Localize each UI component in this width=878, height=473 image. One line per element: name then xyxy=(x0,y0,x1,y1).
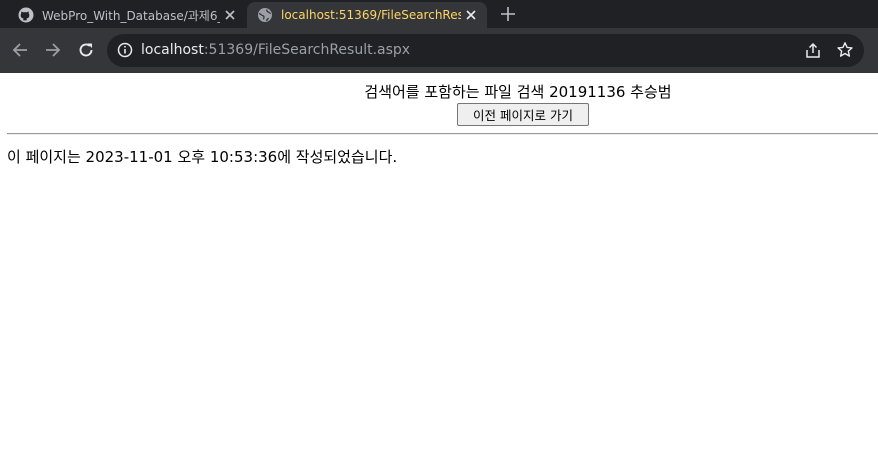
created-timestamp-text: 이 페이지는 2023-11-01 오후 10:53:36에 작성되었습니다. xyxy=(7,148,398,166)
globe-icon xyxy=(258,8,272,22)
url-host: localhost xyxy=(141,42,204,58)
github-icon xyxy=(18,7,34,23)
browser-toolbar: localhost:51369/FileSearchResult.aspx xyxy=(0,28,878,73)
arrow-left-icon xyxy=(12,43,27,57)
tab-github[interactable]: WebPro_With_Database/과제6_ xyxy=(8,2,246,28)
page-content: 검색어를 포함하는 파일 검색 20191136 추승범 이전 페이지로 가기 … xyxy=(0,73,878,473)
page-heading: 검색어를 포함하는 파일 검색 20191136 추승범 xyxy=(364,83,672,101)
tab-file-search-result[interactable]: localhost:51369/FileSearchResult xyxy=(247,2,487,28)
browser-tabstrip: WebPro_With_Database/과제6_ localhost:5136… xyxy=(0,0,878,28)
url-path: :51369/FileSearchResult.aspx xyxy=(203,42,411,58)
bookmark-star-icon[interactable] xyxy=(836,41,854,59)
back-to-previous-page-button[interactable]: 이전 페이지로 가기 xyxy=(457,103,589,126)
forward-button[interactable] xyxy=(42,39,64,61)
horizontal-rule xyxy=(7,133,878,135)
close-tab-icon[interactable] xyxy=(461,5,481,25)
tab-title: localhost:51369/FileSearchResult xyxy=(281,8,461,22)
address-bar[interactable]: localhost:51369/FileSearchResult.aspx xyxy=(107,34,864,67)
reload-icon xyxy=(79,43,93,57)
address-url: localhost:51369/FileSearchResult.aspx xyxy=(141,42,410,58)
new-tab-button[interactable] xyxy=(496,4,520,24)
arrow-right-icon xyxy=(46,43,61,57)
share-icon[interactable] xyxy=(804,42,822,60)
back-button[interactable] xyxy=(9,39,31,61)
reload-button[interactable] xyxy=(75,39,97,61)
info-icon[interactable] xyxy=(117,42,133,58)
tab-title: WebPro_With_Database/과제6_ xyxy=(42,8,220,23)
plus-icon xyxy=(501,7,515,21)
close-tab-icon[interactable] xyxy=(220,5,240,25)
